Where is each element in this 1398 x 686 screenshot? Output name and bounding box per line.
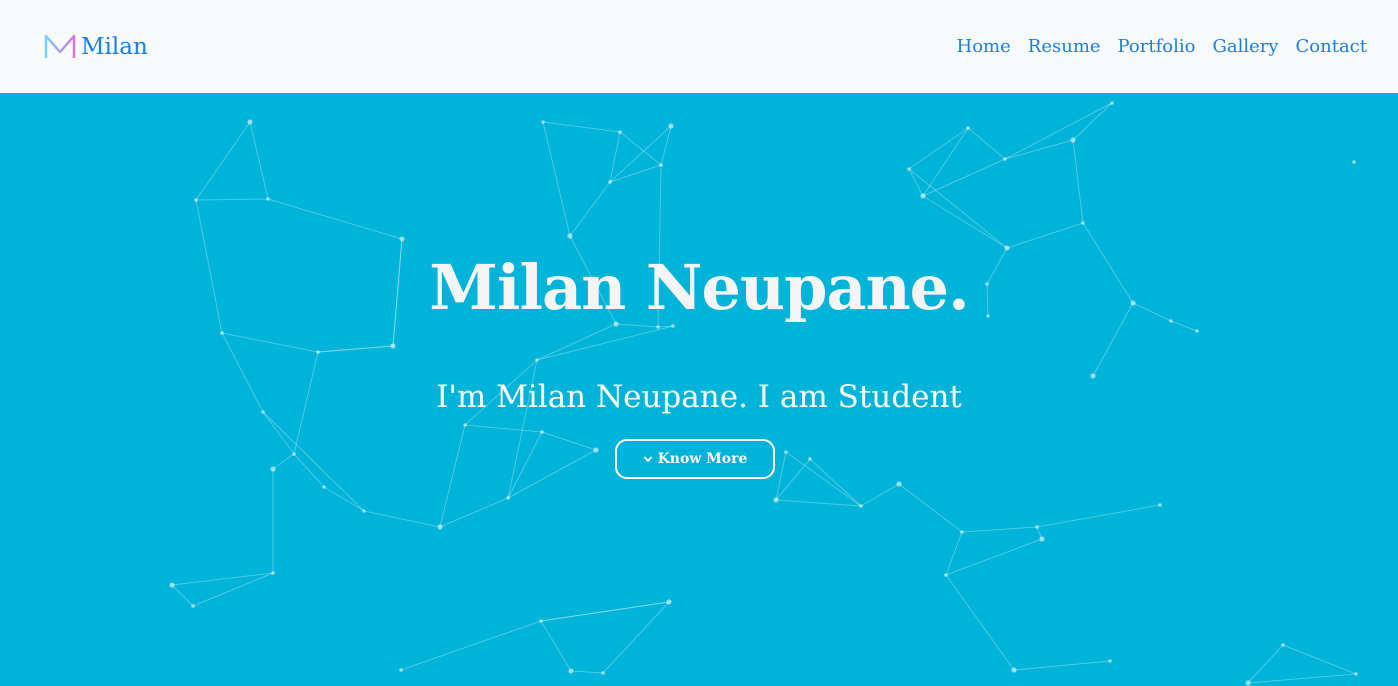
know-more-label: Know More: [657, 451, 748, 467]
brand-link[interactable]: Milan: [44, 34, 148, 60]
chevron-down-icon: [643, 456, 652, 463]
navbar: Milan Home Resume Portfolio Gallery Cont…: [0, 0, 1398, 93]
m-logo-icon: [44, 34, 76, 58]
brand-name: Milan: [81, 33, 148, 60]
hero-title: Milan Neupane.: [429, 251, 969, 324]
nav-contact[interactable]: Contact: [1296, 36, 1367, 57]
nav-home[interactable]: Home: [957, 36, 1011, 57]
hero-content: Milan Neupane. I'm Milan Neupane. I am S…: [0, 93, 1398, 686]
know-more-button[interactable]: Know More: [615, 439, 775, 479]
nav-portfolio[interactable]: Portfolio: [1118, 36, 1196, 57]
nav-gallery[interactable]: Gallery: [1212, 36, 1278, 57]
nav-resume[interactable]: Resume: [1028, 36, 1101, 57]
nav-menu: Home Resume Portfolio Gallery Contact: [957, 36, 1367, 57]
hero-section: Milan Neupane. I'm Milan Neupane. I am S…: [0, 93, 1398, 686]
hero-subtitle: I'm Milan Neupane. I am Student: [436, 379, 962, 415]
